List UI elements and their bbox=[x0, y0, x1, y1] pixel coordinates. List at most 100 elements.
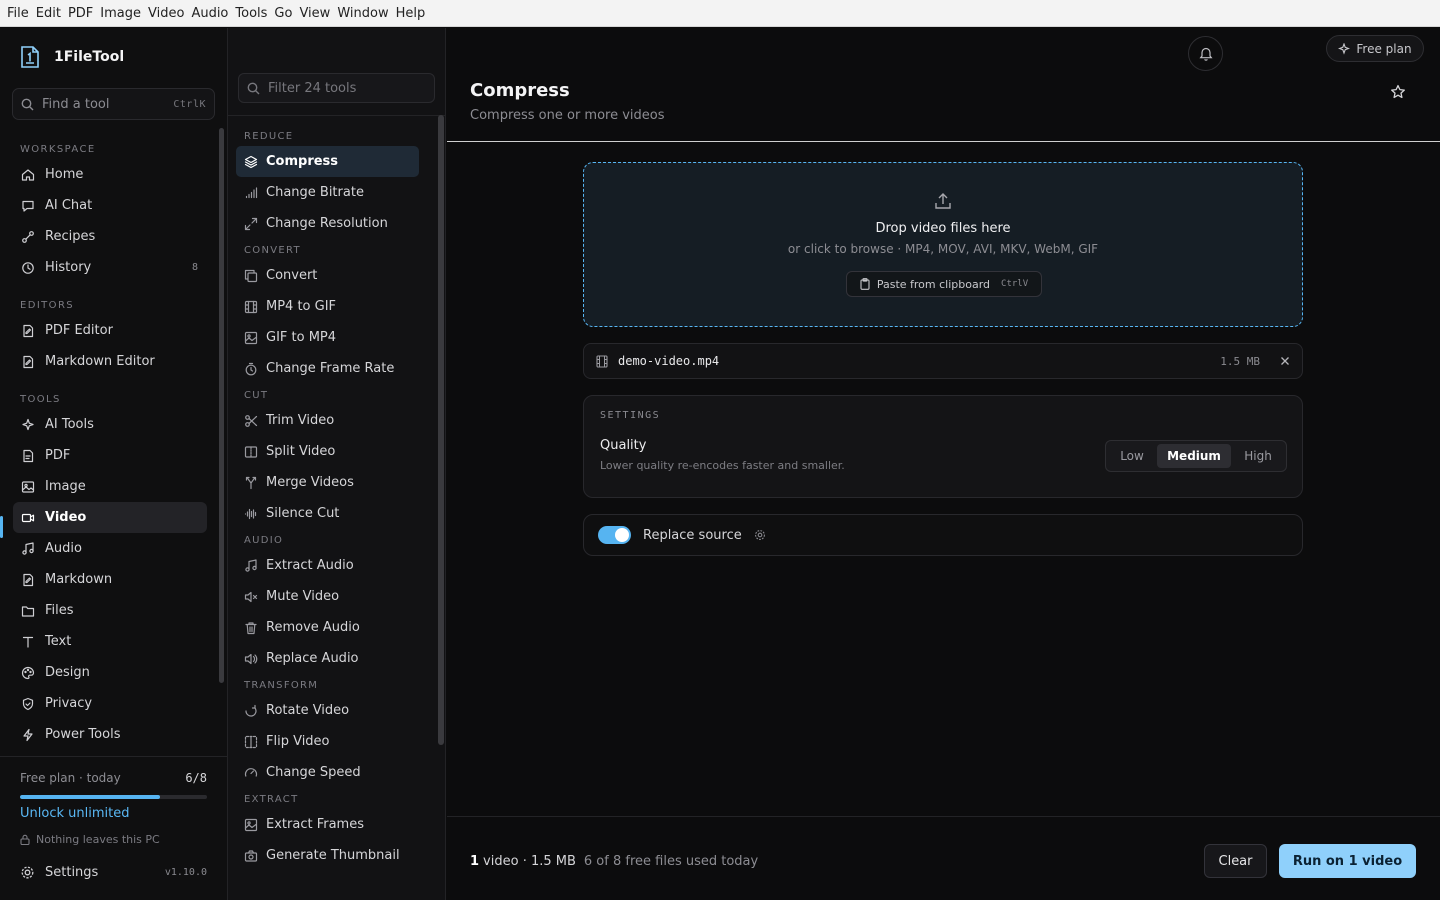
tool-item-mute-video[interactable]: Mute Video bbox=[228, 581, 436, 612]
menu-edit[interactable]: Edit bbox=[35, 6, 67, 21]
sidebar-item-markdown-editor[interactable]: Markdown Editor bbox=[0, 346, 220, 377]
sidebar-item-label: Video bbox=[45, 510, 87, 525]
tool-item-change-speed[interactable]: Change Speed bbox=[228, 757, 436, 788]
sidebar-item-video[interactable]: Video bbox=[13, 502, 207, 533]
sidebar-item-markdown[interactable]: Markdown bbox=[0, 564, 220, 595]
sidebar-item-power-tools[interactable]: Power Tools bbox=[0, 719, 220, 750]
frames-icon bbox=[244, 818, 258, 832]
settings-button[interactable]: Settings v1.10.0 bbox=[20, 865, 207, 880]
tool-item-replace-audio[interactable]: Replace Audio bbox=[228, 643, 436, 674]
menu-tools[interactable]: Tools bbox=[234, 6, 273, 21]
menu-view[interactable]: View bbox=[298, 6, 336, 21]
usage-note: 6 of 8 free files used today bbox=[583, 854, 759, 869]
tool-item-label: Mute Video bbox=[266, 589, 340, 604]
replace-source-toggle[interactable] bbox=[598, 526, 631, 544]
menu-audio[interactable]: Audio bbox=[190, 6, 234, 21]
quality-option-medium[interactable]: Medium bbox=[1157, 444, 1232, 468]
sidebar-item-history[interactable]: History 8 bbox=[0, 252, 220, 283]
tool-item-label: Convert bbox=[266, 268, 318, 283]
menu-image[interactable]: Image bbox=[99, 6, 147, 21]
tool-item-generate-thumbnail[interactable]: Generate Thumbnail bbox=[228, 840, 436, 871]
tool-item-silence-cut[interactable]: Silence Cut bbox=[228, 498, 436, 529]
tool-list-scrollbar[interactable] bbox=[438, 115, 444, 745]
favorite-button[interactable] bbox=[1390, 84, 1406, 100]
tool-item-change-resolution[interactable]: Change Resolution bbox=[228, 208, 436, 239]
tool-item-extract-frames[interactable]: Extract Frames bbox=[228, 809, 436, 840]
tool-item-change-frame-rate[interactable]: Change Frame Rate bbox=[228, 353, 436, 384]
text-icon bbox=[21, 635, 35, 649]
tool-item-change-bitrate[interactable]: Change Bitrate bbox=[228, 177, 436, 208]
copy-icon bbox=[244, 269, 258, 283]
tool-item-trim-video[interactable]: Trim Video bbox=[228, 405, 436, 436]
star-icon bbox=[1390, 84, 1406, 100]
run-button[interactable]: Run on 1 video bbox=[1279, 844, 1416, 878]
sidebar-item-ai-tools[interactable]: AI Tools bbox=[0, 409, 220, 440]
tool-item-compress[interactable]: Compress bbox=[236, 146, 419, 177]
sidebar-item-label: AI Chat bbox=[45, 198, 93, 213]
tool-item-rotate-video[interactable]: Rotate Video bbox=[228, 695, 436, 726]
tool-item-label: Remove Audio bbox=[266, 620, 360, 635]
divider bbox=[228, 115, 445, 116]
unlock-unlimited-link[interactable]: Unlock unlimited bbox=[20, 806, 129, 821]
notifications-button[interactable] bbox=[1188, 36, 1223, 71]
section-label-cut: CUT bbox=[244, 390, 269, 401]
tool-item-label: Trim Video bbox=[266, 413, 335, 428]
menu-file[interactable]: File bbox=[6, 6, 35, 21]
tool-item-convert[interactable]: Convert bbox=[228, 260, 436, 291]
film-icon bbox=[244, 300, 258, 314]
paste-from-clipboard-button[interactable]: Paste from clipboard CtrlV bbox=[846, 271, 1042, 297]
tool-item-remove-audio[interactable]: Remove Audio bbox=[228, 612, 436, 643]
brand[interactable]: 1FileTool bbox=[20, 46, 124, 68]
tool-item-mp4-to-gif[interactable]: MP4 to GIF bbox=[228, 291, 436, 322]
sidebar-scrollbar[interactable] bbox=[219, 128, 224, 683]
gif-image-icon bbox=[244, 331, 258, 345]
tool-list[interactable]: REDUCE Compress Change Bitrate Change Resol… bbox=[228, 128, 436, 900]
recipes-icon bbox=[21, 230, 35, 244]
settings-cog-icon[interactable] bbox=[754, 529, 766, 541]
bell-icon bbox=[1198, 46, 1213, 61]
tool-item-merge-videos[interactable]: Merge Videos bbox=[228, 467, 436, 498]
file-item[interactable]: demo-video.mp4 1.5 MB bbox=[583, 343, 1303, 379]
tool-item-split-video[interactable]: Split Video bbox=[228, 436, 436, 467]
music-icon bbox=[21, 541, 35, 556]
shield-icon bbox=[21, 697, 35, 711]
tool-item-label: Change Resolution bbox=[266, 216, 388, 231]
file-name: demo-video.mp4 bbox=[618, 354, 720, 368]
menu-pdf[interactable]: PDF bbox=[67, 6, 99, 21]
privacy-note-text: Nothing leaves this PC bbox=[36, 833, 160, 846]
sidebar-item-design[interactable]: Design bbox=[0, 657, 220, 688]
free-plan-badge[interactable]: Free plan bbox=[1326, 35, 1424, 62]
tool-list-panel: Filter 24 tools REDUCE Compress Change Bit… bbox=[228, 28, 446, 900]
tool-item-flip-video[interactable]: Flip Video bbox=[228, 726, 436, 757]
sidebar-item-audio[interactable]: Audio bbox=[0, 533, 220, 564]
sidebar-item-ai-chat[interactable]: AI Chat bbox=[0, 190, 220, 221]
tool-item-label: Merge Videos bbox=[266, 475, 354, 490]
clear-button[interactable]: Clear bbox=[1204, 844, 1267, 878]
menu-video[interactable]: Video bbox=[147, 6, 190, 21]
quality-segmented-control[interactable]: Low Medium High bbox=[1105, 440, 1287, 472]
sidebar-item-home[interactable]: Home bbox=[0, 159, 220, 190]
image-icon bbox=[21, 480, 35, 494]
sidebar-item-text[interactable]: Text bbox=[0, 626, 220, 657]
file-dropzone[interactable]: Drop video files here or click to browse… bbox=[583, 162, 1303, 327]
sidebar-item-recipes[interactable]: Recipes bbox=[0, 221, 220, 252]
quality-option-low[interactable]: Low bbox=[1109, 444, 1155, 468]
sidebar-item-label: Markdown Editor bbox=[45, 354, 155, 369]
quality-option-high[interactable]: High bbox=[1233, 444, 1283, 468]
tool-item-extract-audio[interactable]: Extract Audio bbox=[228, 550, 436, 581]
sidebar-item-pdf[interactable]: PDF bbox=[0, 440, 220, 471]
filter-tools-input[interactable]: Filter 24 tools bbox=[238, 73, 435, 103]
find-tool-search[interactable]: Find a tool CtrlK bbox=[12, 88, 215, 120]
remove-file-close-icon[interactable] bbox=[1280, 356, 1290, 366]
menu-go[interactable]: Go bbox=[273, 6, 298, 21]
sidebar-item-privacy[interactable]: Privacy bbox=[0, 688, 220, 719]
sidebar-item-image[interactable]: Image bbox=[0, 471, 220, 502]
sidebar-item-files[interactable]: Files bbox=[0, 595, 220, 626]
split-icon bbox=[244, 445, 258, 459]
sidebar-nav[interactable]: WORKSPACE Home AI Chat Recipes History 8 EDITO… bbox=[0, 136, 220, 752]
sidebar-item-pdf-editor[interactable]: PDF Editor bbox=[0, 315, 220, 346]
menu-help[interactable]: Help bbox=[395, 6, 432, 21]
menu-window[interactable]: Window bbox=[336, 6, 394, 21]
tool-item-gif-to-mp4[interactable]: GIF to MP4 bbox=[228, 322, 436, 353]
